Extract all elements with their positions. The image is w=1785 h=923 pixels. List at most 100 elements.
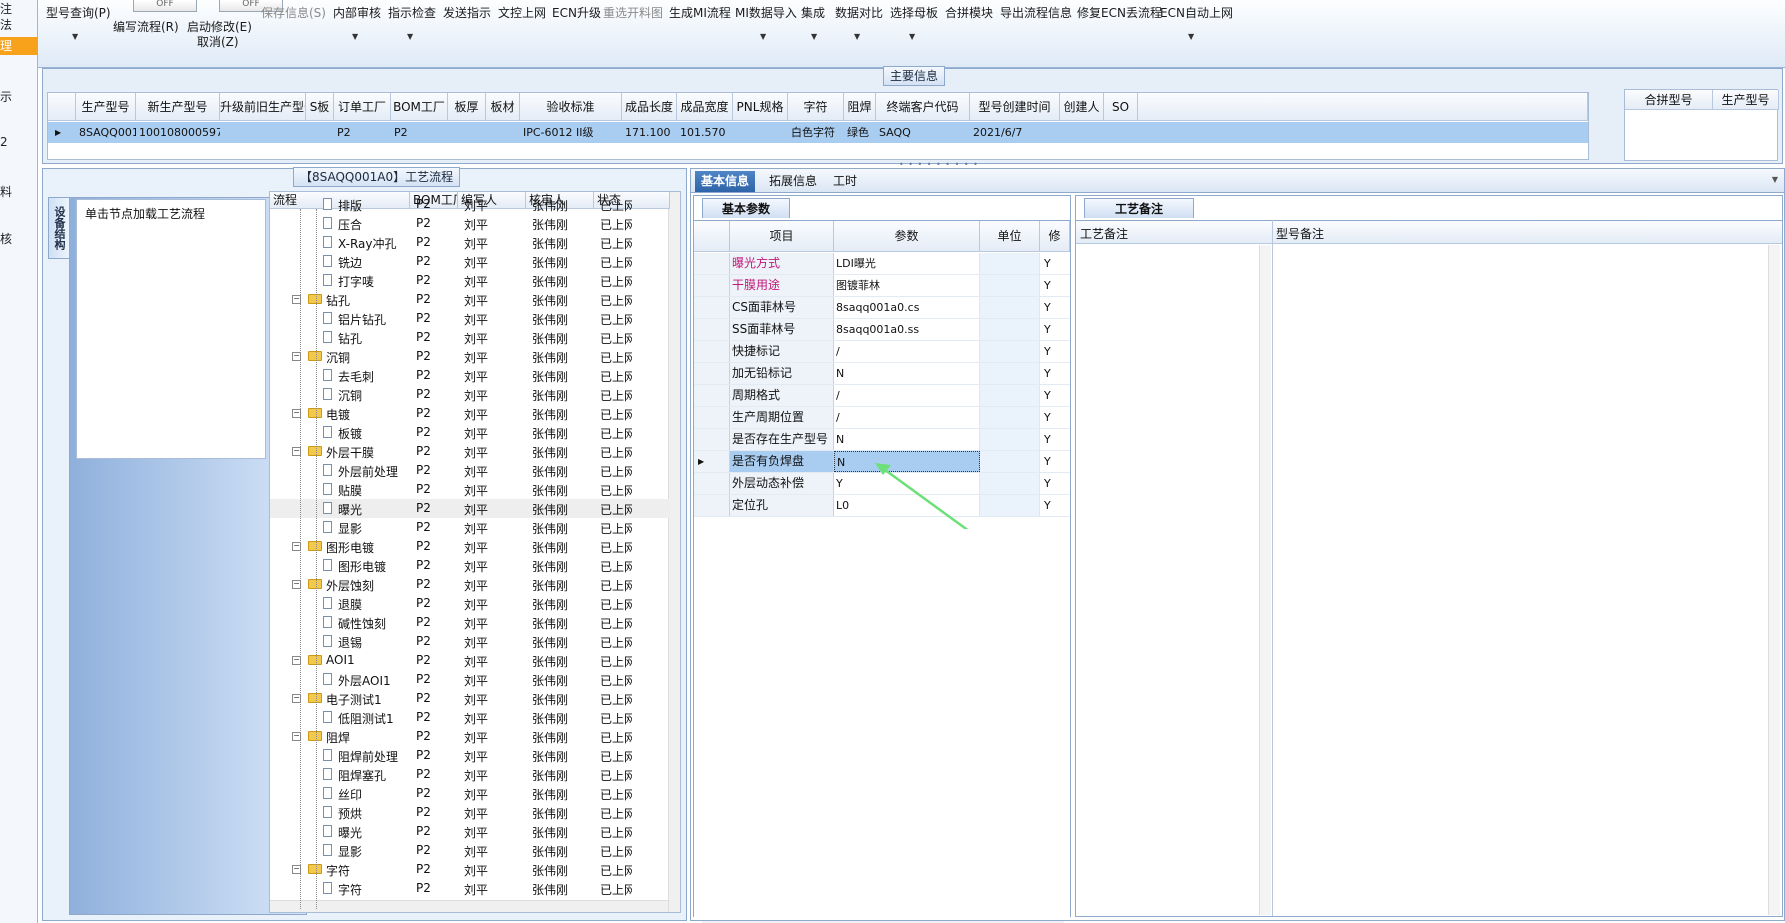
left-nav-item[interactable]: 理: [0, 37, 38, 55]
tree-row[interactable]: 贴膜 P2 刘平 张伟刚 已上网: [270, 480, 670, 499]
column-header[interactable]: SO: [1104, 93, 1138, 121]
column-header[interactable]: PNL规格: [733, 93, 788, 121]
tree-row[interactable]: −字符P2刘平张伟刚已上网: [270, 860, 670, 879]
tree-row[interactable]: 压合 P2 刘平 张伟刚 已上网: [270, 214, 670, 233]
cell[interactable]: [733, 122, 788, 143]
ribbon-button[interactable]: ECN升级: [552, 4, 601, 21]
cell[interactable]: 白色字符: [788, 122, 844, 143]
tree-row[interactable]: 图形电镀 P2 刘平 张伟刚 已上网: [270, 556, 670, 575]
dropdown-arrow-icon[interactable]: ▼: [811, 32, 817, 41]
tree-node-label[interactable]: 图形电镀: [326, 539, 374, 556]
tree-node-label[interactable]: 铣边: [338, 254, 362, 271]
process-remark-scrollbar[interactable]: [1259, 245, 1271, 915]
tree-row[interactable]: 外层前处理 P2 刘平 张伟刚 已上网: [270, 461, 670, 480]
cell[interactable]: 绿色: [844, 122, 876, 143]
tree-node-label[interactable]: 退锡: [338, 634, 362, 651]
column-header[interactable]: 板材: [486, 93, 520, 121]
tree-row[interactable]: 钻孔 P2 刘平 张伟刚 已上网: [270, 328, 670, 347]
tree-node-label[interactable]: 显影: [338, 843, 362, 860]
tree-row[interactable]: 铣边 P2 刘平 张伟刚 已上网: [270, 252, 670, 271]
cell[interactable]: [220, 122, 306, 143]
tree-row[interactable]: 阻焊塞孔 P2 刘平 张伟刚 已上网: [270, 765, 670, 784]
tree-node-label[interactable]: 退膜: [338, 596, 362, 613]
tree-node-label[interactable]: 曝光: [338, 501, 362, 518]
tree-node-label[interactable]: 钻孔: [326, 292, 350, 309]
cell[interactable]: P2: [391, 122, 448, 143]
dropdown-arrow-icon[interactable]: ▼: [407, 32, 413, 41]
tree-node-label[interactable]: 字符: [326, 862, 350, 879]
column-header[interactable]: 型号创建时间: [970, 93, 1060, 121]
column-header[interactable]: 验收标准: [520, 93, 622, 121]
column-header[interactable]: 订单工厂: [334, 93, 391, 121]
column-header[interactable]: 成品宽度: [677, 93, 733, 121]
tree-node-label[interactable]: 阻焊前处理: [338, 748, 398, 765]
cell[interactable]: [306, 122, 334, 143]
column-header[interactable]: 字符: [788, 93, 844, 121]
column-header[interactable]: 升级前旧生产型号: [220, 93, 306, 121]
ribbon-button[interactable]: 集成: [801, 4, 825, 21]
dropdown-arrow-icon[interactable]: ▼: [909, 32, 915, 41]
tree-node-label[interactable]: 预烘: [338, 805, 362, 822]
process-tree[interactable]: 流程BOM工厂编写人核审人状态排版P2刘平张伟刚已上网压合P2刘平张伟刚已上网X…: [269, 191, 681, 913]
ribbon-button[interactable]: 指示检查: [388, 4, 436, 21]
ribbon-button[interactable]: 保存信息(S): [261, 4, 326, 21]
ribbon-button[interactable]: 数据对比: [835, 4, 883, 21]
tree-node-label[interactable]: 排版: [338, 197, 362, 214]
ribbon-button[interactable]: 生成MI流程: [669, 4, 731, 21]
column-header[interactable]: 生产型号: [76, 93, 136, 121]
column-header[interactable]: 成品长度: [622, 93, 677, 121]
tree-node-label[interactable]: 图形电镀: [338, 558, 386, 575]
dropdown-arrow-icon[interactable]: ▼: [1188, 32, 1194, 41]
tree-row[interactable]: 排版 P2 刘平 张伟刚 已上网: [270, 195, 670, 214]
ribbon-button[interactable]: 发送指示: [443, 4, 491, 21]
tree-row[interactable]: 打字唛 P2 刘平 张伟刚 已上网: [270, 271, 670, 290]
tab-menu-down-icon[interactable]: ▼: [1772, 175, 1778, 184]
tree-row[interactable]: X-Ray冲孔 P2 刘平 张伟刚 已上网: [270, 233, 670, 252]
tree-row[interactable]: 丝印 P2 刘平 张伟刚 已上网: [270, 784, 670, 803]
ribbon-button[interactable]: 重选开料图: [603, 4, 663, 21]
column-header[interactable]: 阻焊: [844, 93, 876, 121]
tree-node-label[interactable]: 板镀: [338, 425, 362, 442]
left-nav-item[interactable]: 2: [0, 135, 8, 149]
tree-node-label[interactable]: 外层干膜: [326, 444, 374, 461]
tree-row[interactable]: 外层AOI1 P2 刘平 张伟刚 已上网: [270, 670, 670, 689]
tree-node-label[interactable]: 铝片钻孔: [338, 311, 386, 328]
tree-row[interactable]: −外层干膜P2刘平张伟刚已上网: [270, 442, 670, 461]
column-header[interactable]: 新生产型号: [136, 93, 220, 121]
side-column-header[interactable]: 生产型号: [1713, 90, 1779, 110]
column-header[interactable]: 终端客户代码: [876, 93, 970, 121]
cell[interactable]: [486, 122, 520, 143]
ribbon-button[interactable]: 文控上网: [498, 4, 546, 21]
tree-node-label[interactable]: X-Ray冲孔: [338, 235, 396, 252]
tree-row[interactable]: −阻焊P2刘平张伟刚已上网: [270, 727, 670, 746]
side-column-header[interactable]: 合拼型号: [1625, 90, 1713, 110]
tree-node-label[interactable]: 丝印: [338, 786, 362, 803]
tree-row[interactable]: −图形电镀P2刘平张伟刚已上网: [270, 537, 670, 556]
left-nav-item[interactable]: 核: [0, 230, 12, 247]
ribbon-button[interactable]: 修复ECN丢流程: [1077, 4, 1162, 21]
tree-node-label[interactable]: 电镀: [326, 406, 350, 423]
tree-node-label[interactable]: 钻孔: [338, 330, 362, 347]
tree-row[interactable]: 预烘 P2 刘平 张伟刚 已上网: [270, 803, 670, 822]
cell[interactable]: IPC-6012 II级: [520, 122, 622, 143]
tree-node-label[interactable]: 阻焊塞孔: [338, 767, 386, 784]
tree-node-label[interactable]: 阻焊: [326, 729, 350, 746]
dropdown-arrow-icon[interactable]: ▼: [760, 32, 766, 41]
subtab-process-remark[interactable]: 工艺备注: [1084, 198, 1194, 218]
tree-row[interactable]: 曝光 P2 刘平 张伟刚 已上网: [270, 822, 670, 841]
tree-row[interactable]: 显影 P2 刘平 张伟刚 已上网: [270, 841, 670, 860]
tree-node-label[interactable]: 沉铜: [326, 349, 350, 366]
column-header[interactable]: S板: [306, 93, 334, 121]
dropdown-arrow-icon[interactable]: ▼: [854, 32, 860, 41]
cell[interactable]: P2: [334, 122, 391, 143]
left-nav-item[interactable]: 示: [0, 88, 12, 105]
tree-node-label[interactable]: AOI1: [326, 653, 355, 667]
ribbon-button[interactable]: 编写流程(R): [113, 18, 179, 35]
ribbon-button[interactable]: ECN自动上网: [1160, 4, 1233, 21]
cell[interactable]: 8SAQQ001A0: [76, 122, 136, 143]
tree-node-label[interactable]: 显影: [338, 520, 362, 537]
toggle-switch-1[interactable]: OFF: [133, 0, 197, 12]
tree-node-label[interactable]: 外层前处理: [338, 463, 398, 480]
dropdown-arrow-icon[interactable]: ▼: [352, 32, 358, 41]
model-remark-scrollbar[interactable]: [1768, 245, 1780, 915]
